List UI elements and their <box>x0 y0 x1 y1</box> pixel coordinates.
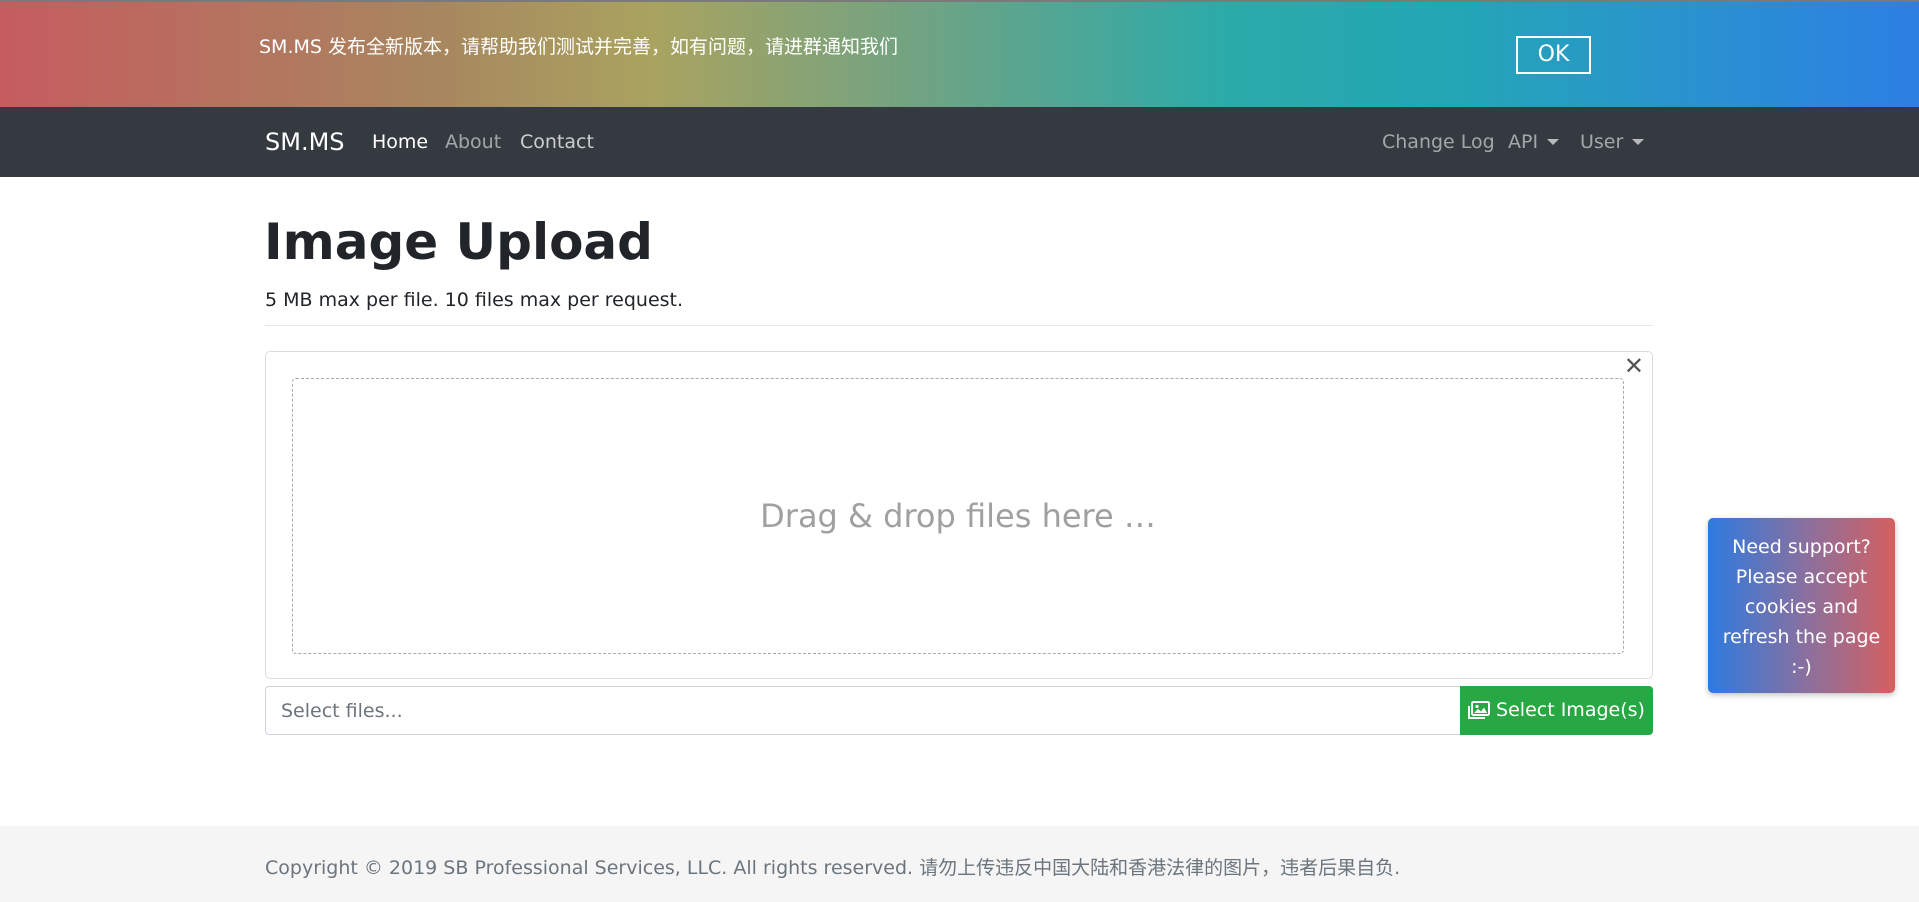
banner-ok-button[interactable]: OK <box>1516 36 1591 74</box>
navbar: SM.MS Home About Contact Change Log API … <box>0 107 1919 177</box>
nav-api-label: API <box>1508 131 1539 153</box>
page-title: Image Upload <box>264 213 653 271</box>
select-images-label: Select Image(s) <box>1496 699 1645 721</box>
support-line: Please accept <box>1735 566 1868 588</box>
footer: Copyright © 2019 SB Professional Service… <box>0 826 1919 902</box>
file-select-row: Select Image(s) <box>265 686 1653 735</box>
brand-logo[interactable]: SM.MS <box>265 128 345 156</box>
footer-copyright: Copyright © 2019 SB Professional Service… <box>265 857 1401 879</box>
nav-home[interactable]: Home <box>372 131 428 153</box>
support-line: refresh the page <box>1722 626 1881 648</box>
support-line: :-) <box>1791 656 1812 678</box>
nav-api-dropdown[interactable]: API <box>1508 131 1560 153</box>
caret-down-icon <box>1632 139 1645 145</box>
drop-zone[interactable]: Drag & drop files here … <box>292 378 1624 654</box>
divider <box>265 325 1653 326</box>
support-widget[interactable]: Need support? Please accept cookies and … <box>1708 518 1895 693</box>
file-caption-input[interactable] <box>265 686 1461 735</box>
upload-limits-text: 5 MB max per file. 10 files max per requ… <box>265 289 684 311</box>
nav-change-log[interactable]: Change Log <box>1382 131 1495 153</box>
support-line: Need support? <box>1732 536 1871 558</box>
select-images-button[interactable]: Select Image(s) <box>1460 686 1653 735</box>
images-icon <box>1468 701 1491 719</box>
drop-zone-text: Drag & drop files here … <box>760 497 1156 535</box>
nav-about[interactable]: About <box>445 131 501 153</box>
nav-user-dropdown[interactable]: User <box>1580 131 1645 153</box>
banner-message: SM.MS 发布全新版本，请帮助我们测试并完善，如有问题，请进群通知我们 <box>259 36 898 58</box>
upload-panel: ✕ Drag & drop files here … <box>265 351 1653 679</box>
caret-down-icon <box>1547 139 1560 145</box>
announcement-banner: SM.MS 发布全新版本，请帮助我们测试并完善，如有问题，请进群通知我们 OK <box>0 0 1919 107</box>
nav-user-label: User <box>1580 131 1624 153</box>
support-line: cookies and <box>1744 596 1859 618</box>
close-icon[interactable]: ✕ <box>1624 352 1644 380</box>
nav-contact[interactable]: Contact <box>520 131 594 153</box>
